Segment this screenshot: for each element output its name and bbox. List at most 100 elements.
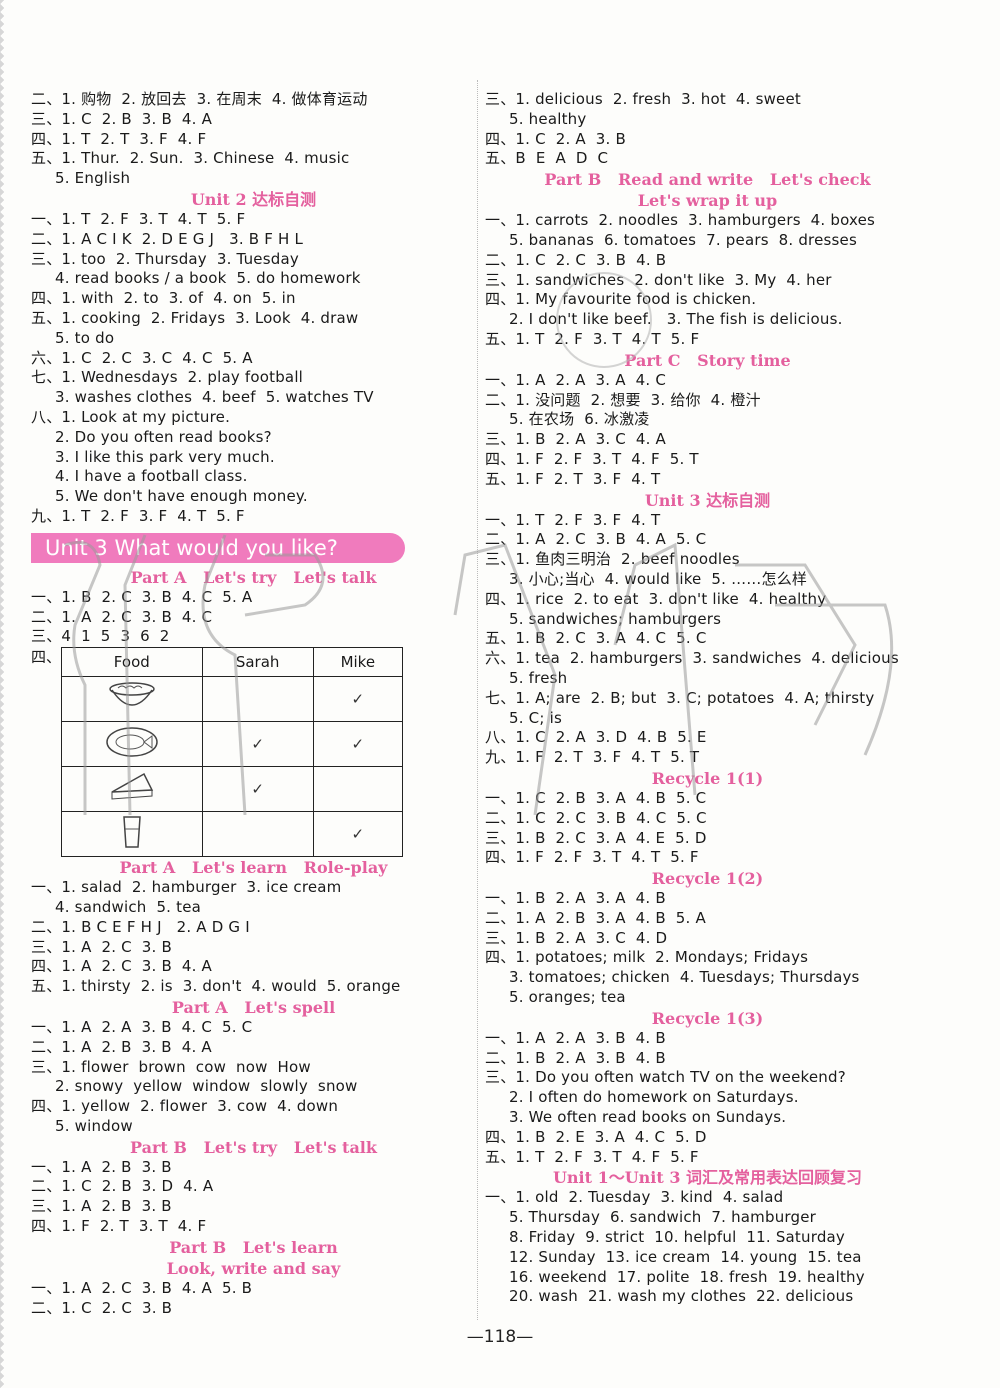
section-heading: Part B Read and write Let's check [544, 170, 871, 190]
exercise-number: 七、 [31, 368, 62, 387]
answer-line: 5. to do [31, 329, 476, 349]
answer-line: 5. oranges; tea [485, 988, 930, 1008]
answer-text: 1. Wednesdays 2. play football [61, 368, 304, 387]
answer-text: 1. A 2. C 3. B 4. C [61, 607, 213, 626]
fish-plate-icon [104, 727, 160, 763]
answer-line: 四、1. F 2. F 3. T 4. T 5. F [485, 848, 930, 868]
answer-text: 1. C 2. C 3. C 4. C 5. A [61, 348, 253, 367]
answer-text: 8. Friday 9. strict 10. helpful 11. Satu… [509, 1228, 846, 1247]
answer-text: 5. Thursday 6. sandwich 7. hamburger [509, 1208, 817, 1227]
answer-text: 5. oranges; tea [509, 988, 626, 1007]
answer-line: 五、1. T 2. F 3. T 4. F 5. F [485, 1148, 930, 1168]
answer-text: 1. B 2. C 3. A 4. C 5. C [515, 629, 707, 648]
answer-line: 一、1. salad 2. hamburger 3. ice cream [31, 878, 476, 898]
mike-check-cell [312, 766, 404, 813]
answer-text: 1. B C E F H J 2. A D G I [61, 917, 250, 936]
section-heading: Part A Let's spell [171, 997, 336, 1017]
answer-text: 1. C 2. B 3. A 4. B 5. C [515, 788, 707, 807]
exercise-number: 四、 [485, 948, 516, 967]
exercise-number: 二、 [31, 917, 62, 936]
exercise-number: 四、 [31, 129, 62, 148]
answer-text: 1. B 2. C 3. A 4. E 5. D [515, 828, 707, 847]
answer-line: 八、1. C 2. A 3. D 4. B 5. E [485, 728, 930, 748]
mike-check-cell: ✓ [312, 811, 404, 858]
answer-text: B E A D C [515, 149, 609, 168]
answer-line: 12. Sunday 13. ice cream 14. young 15. t… [485, 1248, 930, 1268]
answer-line: 5. fresh [485, 669, 930, 689]
answer-line: 二、1. 没问题 2. 想要 3. 给你 4. 橙汁 [485, 391, 930, 411]
exercise-number: 三、 [31, 249, 62, 268]
exercise-number: 五、 [485, 149, 516, 168]
section-heading: Recycle 1(3) [651, 1008, 764, 1028]
table-row: ✓ [61, 811, 404, 858]
answer-line: 二、1. A 2. B 3. B 4. A [31, 1038, 476, 1058]
answer-line: 二、1. 购物 2. 放回去 3. 在周末 4. 做体育运动 [31, 90, 476, 110]
exercise-number: 三、 [31, 627, 62, 646]
answer-line: 2. I often do homework on Saturdays. [485, 1088, 930, 1108]
exercise-number: 二、 [485, 908, 516, 927]
answer-line: 2. snowy yellow window slowly snow [31, 1077, 476, 1097]
exercise-number: 五、 [485, 629, 516, 648]
exercise-number: 五、 [31, 977, 62, 996]
exercise-number: 四、 [31, 289, 62, 308]
exercise-number: 一、 [485, 510, 516, 529]
exercise-number: 三、 [485, 928, 516, 947]
answer-line: 4. I have a football class. [31, 467, 476, 487]
exercise-number: 二、 [31, 1037, 62, 1056]
answer-line: 二、1. A 2. C 3. B 4. A 5. C [485, 530, 930, 550]
answer-line: 三、1. B 2. A 3. C 4. D [485, 929, 930, 949]
exercise-number: 四、 [485, 129, 516, 148]
answer-line: 五、1. T 2. F 3. T 4. T 5. F [485, 330, 930, 350]
answer-line: 五、1. cooking 2. Fridays 3. Look 4. draw [31, 309, 476, 329]
sandwich-icon [104, 773, 160, 808]
answer-line: 4. sandwich 5. tea [31, 898, 476, 918]
answer-line: 二、1. A 2. B 3. A 4. B 5. A [485, 909, 930, 929]
answer-line: 2. I don't like beef. 3. The fish is del… [485, 310, 930, 330]
answer-text: 1. T 2. F 3. T 4. T 5. F [61, 209, 246, 228]
answer-line: 四、1. A 2. C 3. B 4. A [31, 957, 476, 977]
exercise-number: 三、 [485, 90, 516, 108]
sarah-check-cell: ✓ [201, 721, 314, 768]
answer-line: 二、1. A C I K 2. D E G J 3. B F H L [31, 230, 476, 250]
answer-line: 一、1. B 2. A 3. A 4. B [485, 889, 930, 909]
answer-line: 三、1. A 2. C 3. B [31, 938, 476, 958]
answer-text: 1. B 2. A 3. C 4. D [515, 928, 668, 947]
section-heading: Part B Let's learn [169, 1237, 338, 1257]
answer-line: 一、1. carrots 2. noodles 3. hamburgers 4.… [485, 211, 930, 231]
exercise-number: 五、 [485, 1147, 516, 1166]
answer-line: 二、1. C 2. B 3. D 4. A [31, 1177, 476, 1197]
exercise-number: 一、 [31, 1278, 62, 1297]
answer-text: 1. Look at my picture. [61, 407, 231, 426]
answer-line: 3. tomatoes; chicken 4. Tuesdays; Thursd… [485, 968, 930, 988]
left-column: 二、1. 购物 2. 放回去 3. 在周末 4. 做体育运动 三、 1. C 2. … [31, 90, 476, 1318]
answer-line: 三、1. sandwiches 2. don't like 3. My 4. h… [485, 271, 930, 291]
table-row: ✓ [61, 766, 404, 813]
answer-line: 九、1. T 2. F 3. F 4. T 5. F [31, 507, 476, 527]
exercise-number: 二、 [31, 90, 62, 108]
answer-text: 1. C 2. B 3. D 4. A [61, 1177, 214, 1196]
section-heading: Part B Let's try Let's talk [130, 1137, 377, 1157]
answer-text: 1. B 2. A 3. C 4. A [515, 430, 667, 449]
answer-text: 1. yellow 2. flower 3. cow 4. down [61, 1097, 339, 1116]
answer-line: 一、1. T 2. F 3. F 4. T [485, 511, 930, 531]
table-header-cell: Mike [312, 647, 404, 678]
exercise-number: 七、 [485, 688, 516, 707]
answer-line: 六、1. tea 2. hamburgers 3. sandwiches 4. … [485, 649, 930, 669]
answer-line: 5. sandwiches; hamburgers [485, 610, 930, 630]
answer-line: 三、1. delicious 2. fresh 3. hot 4. sweet [485, 90, 930, 110]
exercise-number: 二、 [31, 1177, 62, 1196]
unit-title-banner: Unit 3 What would you like? [31, 532, 405, 563]
food-image-cell [61, 676, 203, 723]
answer-line: 一、1. A 2. B 3. B [31, 1158, 476, 1178]
answer-text: 20. wash 21. wash my clothes 22. delicio… [509, 1287, 854, 1306]
answer-line: 四、1. potatoes; milk 2. Mondays; Fridays [485, 948, 930, 968]
answer-line: 五、1. F 2. T 3. F 4. T [485, 470, 930, 490]
answer-line: 二、1. B 2. A 3. B 4. B [485, 1049, 930, 1069]
answer-text: 12. Sunday 13. ice cream 14. young 15. t… [509, 1247, 862, 1266]
answer-line: 四、1. My favourite food is chicken. [485, 290, 930, 310]
answer-text: 1. old 2. Tuesday 3. kind 4. salad [515, 1188, 784, 1207]
food-image-cell [61, 721, 203, 768]
answer-text: 1. C 2. C 3. B 4. C 5. C [515, 808, 707, 827]
table-row: ✓ ✓ [61, 721, 404, 768]
answer-line: 八、1. Look at my picture. [31, 408, 476, 428]
